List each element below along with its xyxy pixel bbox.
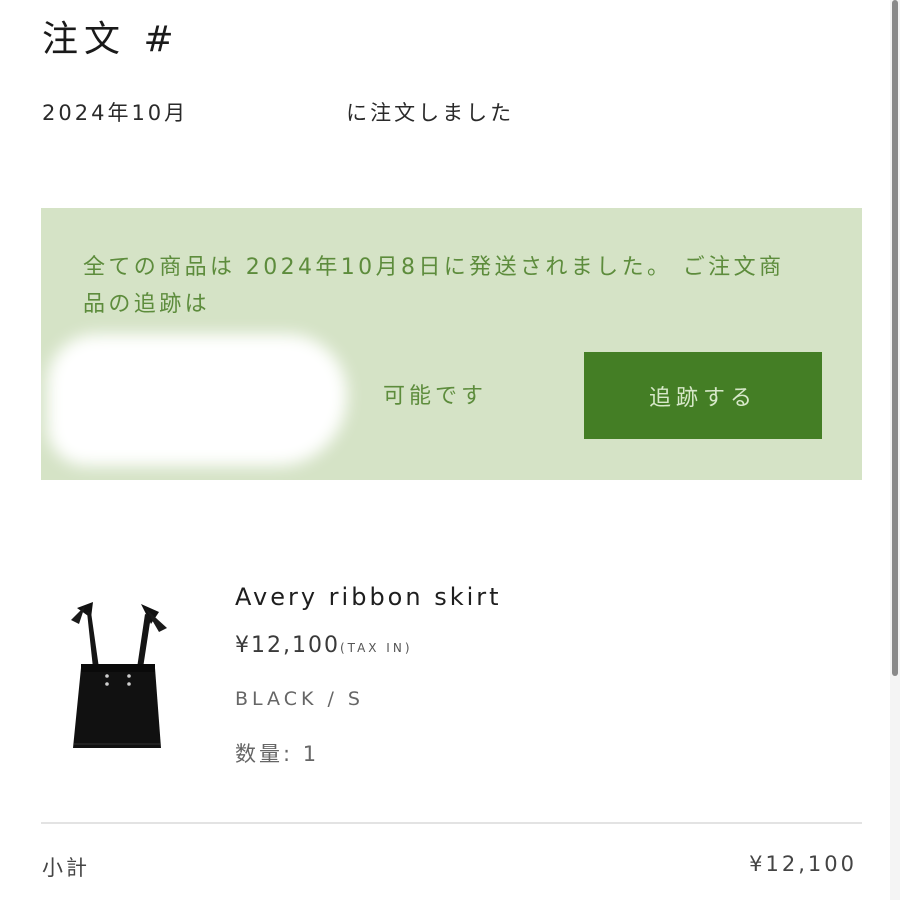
product-price-value: ¥12,100 <box>235 633 340 658</box>
product-quantity: 数量: 1 <box>235 742 320 766</box>
shipping-status-panel: 全ての商品は 2024年10月8日に発送されました。 ご注文商品の追跡は 可能で… <box>41 208 862 480</box>
order-date: 2024年10月 に注文しました <box>42 97 514 128</box>
product-variant: BLACK / S <box>235 688 364 710</box>
order-date-prefix: 2024年10月 <box>42 101 189 125</box>
redacted-date <box>188 100 347 128</box>
product-image <box>71 602 167 748</box>
scrollbar-track[interactable] <box>890 0 900 900</box>
order-title-text: 注文 <box>42 19 127 60</box>
product-price: ¥12,100(TAX IN) <box>235 633 413 658</box>
tracking-available-text: 可能です <box>383 384 488 409</box>
product-name[interactable]: Avery ribbon skirt <box>235 583 502 611</box>
subtotal-label: 小計 <box>42 856 90 880</box>
tax-note: (TAX IN) <box>339 641 413 655</box>
track-shipment-button[interactable]: 追跡する <box>584 352 822 439</box>
divider <box>41 822 862 824</box>
shipping-message: 全ての商品は 2024年10月8日に発送されました。 ご注文商品の追跡は <box>83 255 785 317</box>
redacted-tracking-info <box>47 334 347 466</box>
page-title: 注文 # <box>42 10 180 62</box>
subtotal-value: ¥12,100 <box>749 852 857 876</box>
black-skirt-icon <box>71 602 167 748</box>
order-date-suffix: に注文しました <box>346 101 515 125</box>
order-detail-page: 注文 # 2024年10月 に注文しました 全ての商品は 2024年10月8日に発… <box>0 0 900 900</box>
scrollbar-thumb[interactable] <box>892 0 898 676</box>
order-number-hash: # <box>143 19 180 60</box>
